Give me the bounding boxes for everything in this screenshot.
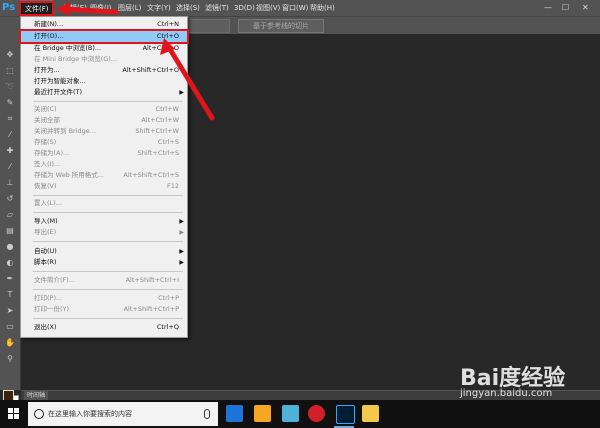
submenu-arrow-icon: ▶ (179, 248, 184, 255)
menu-item-close-go-bridge[interactable]: 关闭并转到 Bridge... Shift+Ctrl+W (21, 126, 187, 137)
menu-separator (33, 271, 183, 272)
menu-separator (33, 212, 183, 213)
taskbar-app-edge-icon[interactable] (282, 405, 299, 422)
blur-tool-icon[interactable]: ● (4, 242, 16, 252)
eyedropper-tool-icon[interactable]: ⁄ (4, 130, 16, 140)
path-select-tool-icon[interactable]: ➤ (4, 306, 16, 316)
taskbar-search-box[interactable]: 在这里输入你要搜索的内容 (28, 402, 218, 426)
gradient-tool-icon[interactable]: ▤ (4, 226, 16, 236)
zoom-tool-icon[interactable]: ⚲ (4, 354, 16, 364)
menu-item-open-smart-object[interactable]: 打开为智能对象... (21, 76, 187, 87)
menu-separator (33, 318, 183, 319)
taskbar-app-store-icon[interactable] (254, 405, 271, 422)
menu-help[interactable]: 帮助(H) (310, 0, 335, 16)
menu-separator (33, 101, 183, 102)
menu-image[interactable]: 图像(I) (90, 0, 112, 16)
cortana-circle-icon (34, 409, 44, 419)
menu-item-scripts[interactable]: 脚本(R) ▶ (21, 257, 187, 268)
pen-tool-icon[interactable]: ✒ (4, 274, 16, 284)
menu-item-print[interactable]: 打印(P)... Ctrl+P (21, 293, 187, 304)
taskbar-app-explorer-icon[interactable] (362, 405, 379, 422)
file-menu-dropdown: 新建(N)... Ctrl+N 打开(O)... Ctrl+O 在 Bridge 中… (19, 16, 189, 338)
move-tool-icon[interactable]: ✥ (4, 50, 16, 60)
shape-tool-icon[interactable]: ▭ (4, 322, 16, 332)
submenu-arrow-icon: ▶ (179, 218, 184, 225)
menu-edit[interactable]: 编辑(E) (63, 0, 87, 16)
clone-stamp-tool-icon[interactable]: ⊥ (4, 178, 16, 188)
healing-brush-tool-icon[interactable]: ✚ (4, 146, 16, 156)
menu-type[interactable]: 文字(Y) (147, 0, 171, 16)
history-brush-tool-icon[interactable]: ↺ (4, 194, 16, 204)
marquee-tool-icon[interactable]: ⬚ (4, 66, 16, 76)
submenu-arrow-icon: ▶ (179, 259, 184, 266)
menu-item-browse-bridge[interactable]: 在 Bridge 中浏览(B)... Alt+Ctrl+O (21, 43, 187, 54)
menu-item-close-all[interactable]: 关闭全部 Alt+Ctrl+W (21, 115, 187, 126)
taskbar-app-u-icon[interactable] (226, 405, 243, 422)
menu-select[interactable]: 选择(S) (176, 0, 200, 16)
menu-item-place[interactable]: 置入(L)... (21, 198, 187, 209)
brush-tool-icon[interactable]: ⁄ (4, 162, 16, 172)
slices-from-guides-button[interactable]: 基于参考线的切片 (238, 19, 324, 33)
watermark-url: jingyan.baidu.com (460, 388, 553, 399)
maximize-button[interactable]: ☐ (562, 0, 569, 16)
menu-item-browse-mini-bridge[interactable]: 在 Mini Bridge 中浏览(G)... (21, 54, 187, 65)
eraser-tool-icon[interactable]: ▱ (4, 210, 16, 220)
menu-separator (33, 289, 183, 290)
hand-tool-icon[interactable]: ✋ (4, 338, 16, 348)
taskbar: 在这里输入你要搜索的内容 (0, 400, 600, 428)
menu-window[interactable]: 窗口(W) (282, 0, 308, 16)
options-dropdown[interactable] (188, 19, 230, 33)
menu-separator (33, 241, 183, 242)
menu-item-export[interactable]: 导出(E) ▶ (21, 227, 187, 238)
menu-item-import[interactable]: 导入(M) ▶ (21, 216, 187, 227)
menu-3d[interactable]: 3D(D) (234, 0, 255, 16)
minimize-button[interactable]: — (544, 0, 552, 16)
type-tool-icon[interactable]: T (4, 290, 16, 300)
menu-item-file-info[interactable]: 文件简介(F)... Alt+Shift+Ctrl+I (21, 275, 187, 286)
menu-item-automate[interactable]: 自动(U) ▶ (21, 246, 187, 257)
menu-item-save-for-web[interactable]: 存储为 Web 所用格式... Alt+Shift+Ctrl+S (21, 170, 187, 181)
menu-item-exit[interactable]: 退出(X) Ctrl+Q (21, 322, 187, 333)
taskbar-app-photoshop-icon[interactable] (336, 405, 355, 424)
photoshop-logo: Ps (2, 2, 16, 13)
menubar: Ps 文件(F) 编辑(E) 图像(I) 图层(L) 文字(Y) 选择(S) 滤… (0, 0, 600, 16)
menu-item-save-as[interactable]: 存储为(A)... Shift+Ctrl+S (21, 148, 187, 159)
quick-select-tool-icon[interactable]: ✎ (4, 98, 16, 108)
menu-item-new[interactable]: 新建(N)... Ctrl+N (21, 19, 187, 30)
menu-item-save[interactable]: 存储(S) Ctrl+S (21, 137, 187, 148)
lasso-tool-icon[interactable]: ➰ (4, 82, 16, 92)
microphone-icon[interactable] (204, 409, 210, 419)
menu-view[interactable]: 视图(V) (256, 0, 280, 16)
taskbar-app-netease-icon[interactable] (308, 405, 325, 422)
menu-item-open-as[interactable]: 打开为... Alt+Shift+Ctrl+O (21, 65, 187, 76)
menu-item-recent-files[interactable]: 最近打开文件(T) ▶ (21, 87, 187, 98)
close-button[interactable]: ✕ (582, 0, 589, 16)
dodge-tool-icon[interactable]: ◐ (4, 258, 16, 268)
windows-start-icon[interactable] (8, 408, 20, 420)
menu-item-print-one-copy[interactable]: 打印一份(Y) Alt+Shift+Ctrl+P (21, 304, 187, 315)
menu-item-open[interactable]: 打开(O)... Ctrl+O (19, 29, 189, 44)
menu-separator (33, 195, 183, 196)
menu-layer[interactable]: 图层(L) (118, 0, 141, 16)
search-placeholder: 在这里输入你要搜索的内容 (48, 410, 132, 418)
menu-item-close[interactable]: 关闭(C) Ctrl+W (21, 104, 187, 115)
menu-item-revert[interactable]: 恢复(V) F12 (21, 181, 187, 192)
menu-item-check-in[interactable]: 签入(I)... (21, 159, 187, 170)
submenu-arrow-icon: ▶ (179, 89, 184, 96)
submenu-arrow-icon: ▶ (179, 229, 184, 236)
tools-panel: ✥ ⬚ ➰ ✎ ⌗ ⁄ ✚ ⁄ ⊥ ↺ ▱ ▤ ● ◐ ✒ T ➤ ▭ ✋ ⚲ (0, 34, 21, 406)
crop-tool-icon[interactable]: ⌗ (4, 114, 16, 124)
menu-filter[interactable]: 滤镜(T) (205, 0, 229, 16)
menu-file[interactable]: 文件(F) (20, 0, 53, 16)
